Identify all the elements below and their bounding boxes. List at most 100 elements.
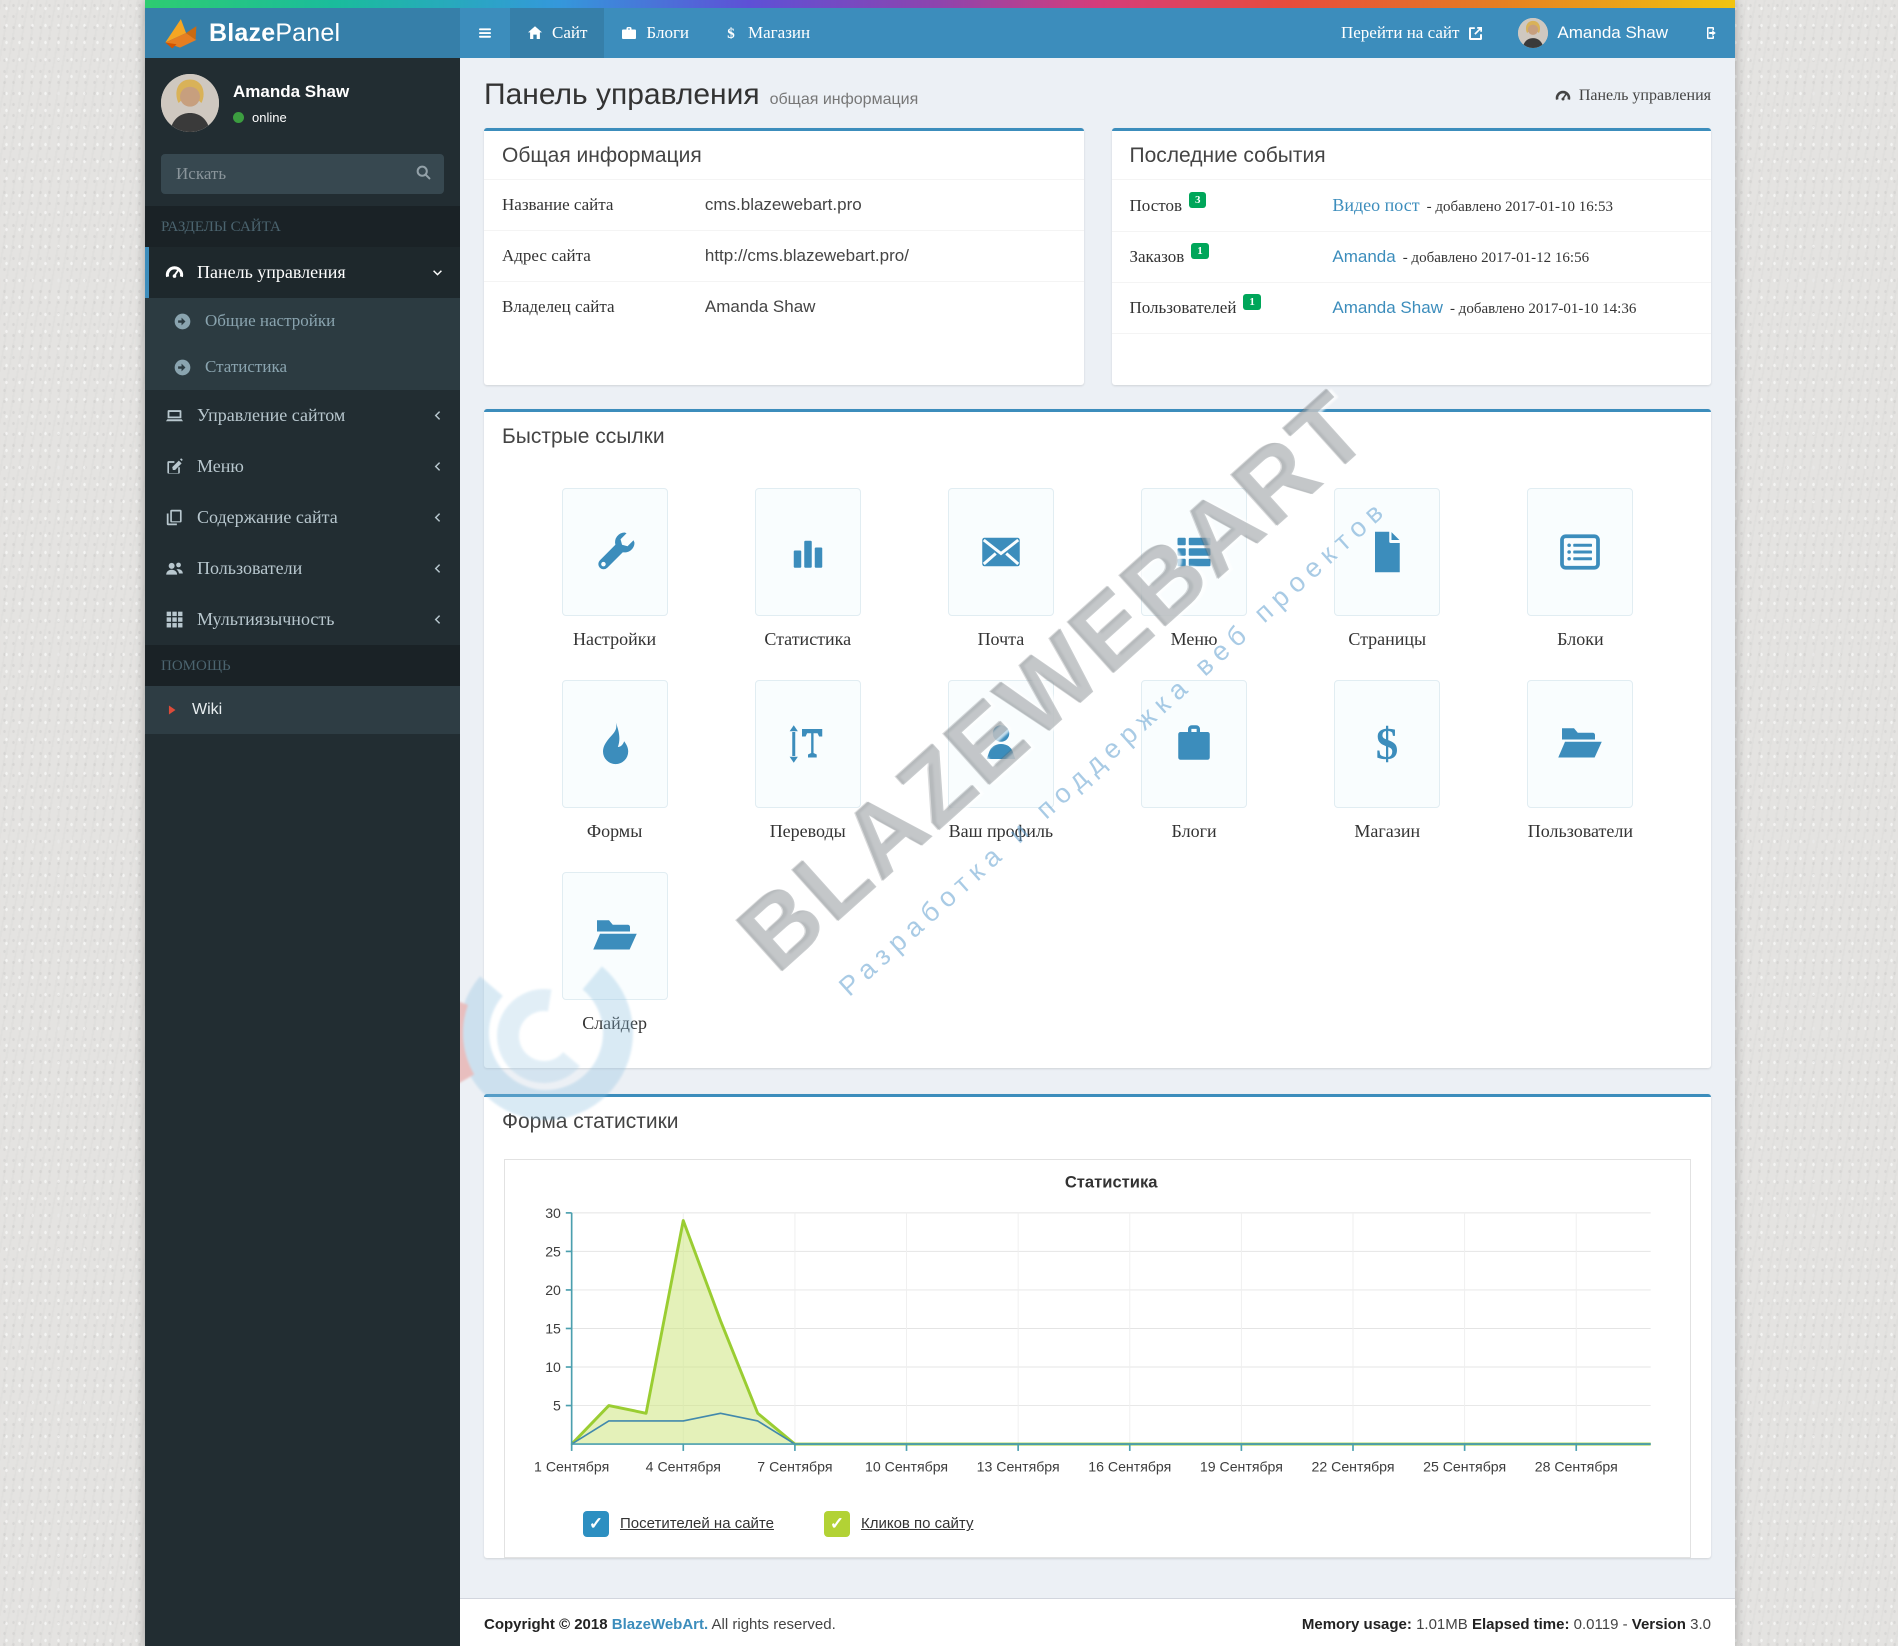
quick-link-label[interactable]: Формы bbox=[562, 821, 668, 842]
user-menu[interactable]: Amanda Shaw bbox=[1501, 8, 1685, 58]
sidebar-item-statistics[interactable]: Статистика bbox=[145, 344, 460, 390]
goto-site-link[interactable]: Перейти на сайт bbox=[1324, 8, 1501, 58]
quick-link-label[interactable]: Пользователи bbox=[1527, 821, 1633, 842]
quick-links-grid: Настройки Статистика Почта Меню Страницы… bbox=[484, 460, 1711, 1068]
site-owner-link[interactable]: Amanda Shaw bbox=[705, 297, 816, 317]
logout-button[interactable] bbox=[1685, 8, 1735, 58]
quick-link-label[interactable]: Магазин bbox=[1334, 821, 1440, 842]
sidebar-section-main: РАЗДЕЛЫ САЙТА bbox=[145, 206, 460, 247]
footer: Copyright © 2018 BlazeWebArt. All rights… bbox=[460, 1597, 1735, 1646]
sidebar-item-label: Меню bbox=[197, 456, 244, 476]
footer-brand-link[interactable]: BlazeWebArt. bbox=[612, 1616, 708, 1633]
event-date: - добавлено 2017-01-10 14:36 bbox=[1449, 301, 1637, 317]
app-window: BlazePanel Сайт Блоги Магазин Перейти на… bbox=[145, 0, 1735, 1646]
quick-link-settings[interactable] bbox=[561, 488, 668, 616]
svg-text:13 Сентября: 13 Сентября bbox=[977, 1458, 1060, 1474]
quick-link-mail[interactable] bbox=[947, 488, 1054, 616]
sidebar-item-label: Wiki bbox=[192, 701, 223, 718]
quick-link-blocks[interactable] bbox=[1527, 488, 1634, 616]
quick-link-profile[interactable] bbox=[947, 680, 1054, 808]
legend-item-clicks[interactable]: ✓ Кликов по сайту bbox=[823, 1510, 973, 1537]
goto-site-label: Перейти на сайт bbox=[1340, 23, 1460, 42]
svg-text:22 Сентября: 22 Сентября bbox=[1311, 1458, 1394, 1474]
brand-logo[interactable]: BlazePanel bbox=[145, 8, 460, 58]
bar-chart-icon bbox=[784, 528, 832, 576]
footer-copyright: Copyright © 2018 BlazeWebArt. All rights… bbox=[484, 1615, 836, 1633]
sidebar-item-site-content[interactable]: Содержание сайта bbox=[145, 492, 460, 543]
visitors-checkbox[interactable]: ✓ bbox=[583, 1510, 609, 1537]
sidebar-user-panel: Amanda Shaw online bbox=[145, 58, 460, 146]
quick-link-label[interactable]: Почта bbox=[948, 629, 1054, 650]
recent-events-panel: Последние события Постов 3 Видео пост - до… bbox=[1111, 128, 1711, 385]
arrow-circle-right-icon bbox=[173, 358, 192, 377]
count-badge: 1 bbox=[1243, 294, 1261, 310]
chevron-left-icon bbox=[431, 409, 444, 422]
rainbow-strip bbox=[145, 0, 1735, 8]
search-icon bbox=[415, 164, 432, 181]
svg-text:28 Сентября: 28 Сентября bbox=[1535, 1458, 1618, 1474]
quick-link-menu[interactable] bbox=[1141, 488, 1248, 616]
briefcase-icon bbox=[1170, 720, 1218, 768]
svg-text:30: 30 bbox=[545, 1205, 561, 1221]
table-row: Название сайта cms.blazewebart.pro bbox=[484, 179, 1084, 230]
quick-link-label[interactable]: Блоги bbox=[1141, 821, 1247, 842]
event-date: - добавлено 2017-01-10 16:53 bbox=[1426, 199, 1613, 215]
breadcrumb[interactable]: Панель управления bbox=[1555, 87, 1711, 105]
sidebar-item-dashboard[interactable]: Панель управления bbox=[145, 247, 460, 298]
svg-text:20: 20 bbox=[545, 1282, 561, 1298]
quick-link-label[interactable]: Слайдер bbox=[562, 1013, 668, 1034]
chevron-left-icon bbox=[431, 460, 444, 473]
quick-link-statistics[interactable] bbox=[754, 488, 861, 616]
quick-link-label[interactable]: Страницы bbox=[1334, 629, 1440, 650]
sidebar-item-multilanguage[interactable]: Мультиязычность bbox=[145, 594, 460, 645]
sidebar-item-general-settings[interactable]: Общие настройки bbox=[145, 298, 460, 344]
nav-item-blogs[interactable]: Блоги bbox=[604, 8, 706, 58]
event-link[interactable]: Amanda bbox=[1332, 247, 1395, 266]
user-icon bbox=[977, 720, 1025, 768]
svg-text:5: 5 bbox=[553, 1397, 561, 1413]
envelope-icon bbox=[977, 528, 1025, 576]
quick-link-blogs[interactable] bbox=[1141, 680, 1248, 808]
quick-link-label[interactable]: Статистика bbox=[755, 629, 861, 650]
quick-link-label[interactable]: Настройки bbox=[562, 629, 668, 650]
clicks-checkbox[interactable]: ✓ bbox=[823, 1510, 850, 1537]
briefcase-icon bbox=[621, 25, 637, 41]
sidebar-user-name: Amanda Shaw bbox=[233, 81, 350, 101]
nav-item-label: Сайт bbox=[552, 23, 588, 42]
sidebar-item-label: Содержание сайта bbox=[197, 507, 338, 527]
user-name: Amanda Shaw bbox=[1557, 23, 1668, 42]
site-url-link[interactable]: http://cms.blazewebart.pro/ bbox=[705, 246, 909, 266]
quick-link-label[interactable]: Переводы bbox=[755, 821, 861, 842]
search-button[interactable] bbox=[402, 154, 444, 194]
breadcrumb-label: Панель управления bbox=[1578, 87, 1711, 104]
sidebar-item-wiki[interactable]: Wiki bbox=[145, 686, 460, 734]
quick-link-slider[interactable] bbox=[561, 872, 668, 1000]
top-navbar: BlazePanel Сайт Блоги Магазин Перейти на… bbox=[145, 8, 1735, 58]
quick-link-forms[interactable] bbox=[561, 680, 668, 808]
sidebar-section-help: ПОМОЩЬ bbox=[145, 645, 460, 686]
quick-link-label[interactable]: Блоки bbox=[1527, 629, 1633, 650]
sidebar-item-users[interactable]: Пользователи bbox=[145, 543, 460, 594]
panel-title: Быстрые ссылки bbox=[502, 425, 665, 448]
svg-text:19 Сентября: 19 Сентября bbox=[1200, 1458, 1283, 1474]
nav-item-store[interactable]: Магазин bbox=[706, 8, 827, 58]
quick-link-label[interactable]: Ваш профиль bbox=[948, 821, 1054, 842]
brand-name: BlazePanel bbox=[209, 18, 341, 47]
count-badge: 1 bbox=[1191, 243, 1209, 259]
sidebar-toggle-button[interactable] bbox=[460, 8, 510, 58]
quick-link-pages[interactable] bbox=[1334, 488, 1441, 616]
quick-link-store[interactable] bbox=[1334, 680, 1441, 808]
sidebar-item-menu[interactable]: Меню bbox=[145, 441, 460, 492]
event-link[interactable]: Видео пост bbox=[1332, 195, 1419, 215]
sidebar-item-site-management[interactable]: Управление сайтом bbox=[145, 390, 460, 441]
quick-link-label[interactable]: Меню bbox=[1141, 629, 1247, 650]
svg-text:4 Сентября: 4 Сентября bbox=[646, 1458, 721, 1474]
quick-link-users[interactable] bbox=[1527, 680, 1634, 808]
event-link[interactable]: Amanda Shaw bbox=[1332, 298, 1443, 317]
avatar bbox=[161, 74, 219, 132]
quick-link-translations[interactable] bbox=[754, 680, 861, 808]
legend-item-visitors[interactable]: ✓ Посетителей на сайте bbox=[583, 1510, 774, 1537]
nav-item-site[interactable]: Сайт bbox=[510, 8, 605, 58]
chevron-left-icon bbox=[431, 613, 444, 626]
panel-title: Форма статистики bbox=[502, 1110, 679, 1133]
